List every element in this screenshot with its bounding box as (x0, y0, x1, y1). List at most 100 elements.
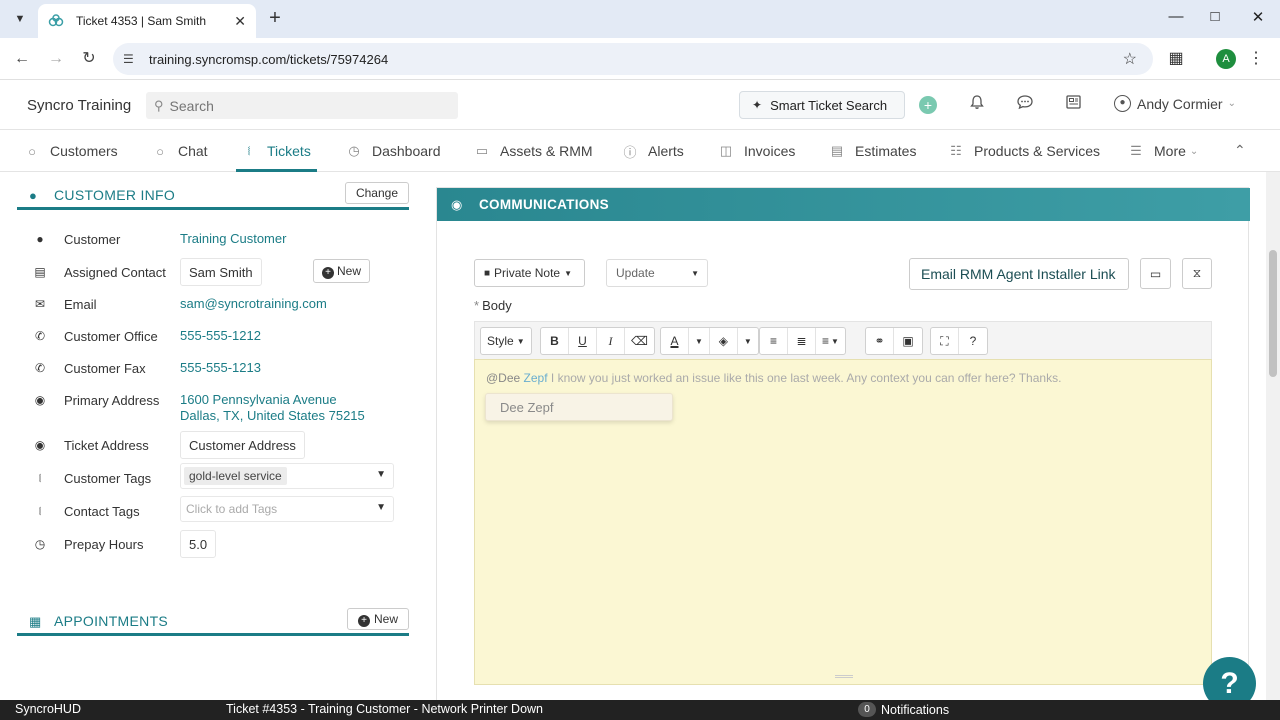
email-rmm-installer-button[interactable]: Email RMM Agent Installer Link (909, 258, 1129, 290)
nav-chat[interactable]: ○ Chat (152, 130, 208, 172)
numbered-list-icon[interactable]: ≣ (788, 328, 816, 354)
minimize-icon[interactable]: — (1164, 8, 1188, 25)
resize-handle[interactable] (835, 675, 853, 678)
update-select-value: Update (616, 266, 655, 280)
primary-address-line2[interactable]: Dallas, TX, United States 75215 (180, 407, 365, 424)
customer-tags-select[interactable]: gold-level service ▼ (180, 463, 394, 489)
assigned-contact-select[interactable]: Sam Smith (180, 258, 262, 286)
search-input[interactable] (169, 97, 440, 114)
nav-assets-rmm[interactable]: ▭ Assets & RMM (474, 130, 593, 172)
scrollbar-thumb[interactable] (1269, 250, 1277, 377)
page-scrollbar[interactable] (1266, 172, 1280, 700)
office-phone-link[interactable]: 555-555-1212 (180, 327, 261, 344)
newspaper-icon[interactable] (1062, 94, 1084, 116)
attachment-button[interactable]: ⧖ (1182, 258, 1212, 289)
close-tab-icon[interactable]: ✕ (234, 13, 246, 30)
browser-menu-icon[interactable]: ⋮ (1248, 48, 1264, 68)
sparkle-icon: ✦ (752, 98, 763, 112)
link-icon[interactable]: ⚭ (866, 328, 894, 354)
nav-tickets[interactable]: ⧙ Tickets (241, 130, 311, 172)
back-icon[interactable]: ← (11, 48, 33, 70)
site-settings-icon[interactable]: ☰ (123, 52, 141, 66)
nav-invoices[interactable]: ◫ Invoices (718, 130, 796, 172)
clipboard-button[interactable]: ▭ (1140, 258, 1171, 289)
font-color-icon[interactable]: A (661, 328, 689, 354)
style-dropdown[interactable]: Style ▼ (481, 328, 531, 354)
customer-link[interactable]: Training Customer (180, 230, 286, 247)
maximize-icon[interactable]: □ (1203, 8, 1227, 25)
bell-icon[interactable] (966, 94, 988, 116)
plus-circle-icon: + (322, 267, 334, 279)
bookmark-star-icon[interactable]: ☆ (1123, 49, 1137, 69)
envelope-icon: ✉ (34, 297, 46, 311)
note-type-dropdown[interactable]: ■ Private Note ▼ (474, 259, 585, 287)
contact-tags-placeholder: Click to add Tags (186, 502, 278, 516)
view-group: ⛶ ? (930, 327, 988, 355)
eraser-icon[interactable]: ⌫ (625, 328, 654, 354)
quick-add-icon[interactable]: + (919, 96, 937, 114)
image-icon[interactable]: ▣ (894, 328, 922, 354)
tag-chip[interactable]: gold-level service (184, 467, 287, 485)
fax-link[interactable]: 555-555-1213 (180, 359, 261, 376)
new-tab-icon[interactable]: + (264, 8, 286, 30)
email-link[interactable]: sam@syncrotraining.com (180, 295, 327, 312)
main-nav: ○ Customers ○ Chat ⧙ Tickets ◷ Dashboard… (0, 130, 1280, 172)
primary-address-line1[interactable]: 1600 Pennsylvania Avenue (180, 391, 337, 408)
forward-icon[interactable]: → (45, 48, 67, 70)
color-group: A ▼ ◈ ▼ (660, 327, 759, 355)
font-color-caret-icon[interactable]: ▼ (689, 328, 710, 354)
address-bar[interactable]: ☰ training.syncromsp.com/tickets/7597426… (113, 43, 1153, 75)
prepay-hours-row: ◷ Prepay Hours 5.0 (30, 530, 410, 558)
brand-name[interactable]: Syncro Training (27, 97, 131, 114)
ticket-address-select[interactable]: Customer Address (180, 431, 305, 459)
current-ticket-label[interactable]: Ticket #4353 - Training Customer - Netwo… (226, 702, 543, 716)
mention-suggestion[interactable]: Dee Zepf (485, 393, 673, 421)
nav-label: Chat (178, 143, 208, 159)
new-appointment-button[interactable]: + New (346, 608, 409, 630)
bold-icon[interactable]: B (541, 328, 569, 354)
nav-customers[interactable]: ○ Customers (24, 130, 118, 172)
italic-icon[interactable]: I (597, 328, 625, 354)
new-contact-button[interactable]: + New (313, 259, 371, 283)
list-group: ≡ ≣ ≡ ▼ (759, 327, 846, 355)
nav-more[interactable]: ☰ More ⌄ (1128, 130, 1198, 172)
highlight-color-icon[interactable]: ◈ (710, 328, 738, 354)
user-menu[interactable]: ● Andy Cormier ⌄ (1114, 95, 1236, 112)
nav-dashboard[interactable]: ◷ Dashboard (346, 130, 440, 172)
nav-alerts[interactable]: ⓘ Alerts (622, 130, 684, 172)
help-icon[interactable]: ? (959, 328, 987, 354)
profile-avatar[interactable]: A (1216, 49, 1236, 69)
reload-icon[interactable]: ↻ (78, 48, 100, 70)
update-select[interactable]: Update ▼ (606, 259, 708, 287)
global-search[interactable]: ⚲ (146, 92, 458, 119)
align-icon[interactable]: ≡ ▼ (816, 328, 845, 354)
browser-tab[interactable]: Ticket 4353 | Sam Smith ✕ (38, 4, 256, 38)
contact-tags-select[interactable]: Click to add Tags ▼ (180, 496, 394, 522)
person-icon: ● (29, 188, 37, 203)
smart-ticket-search-button[interactable]: ✦ Smart Ticket Search (739, 91, 905, 119)
change-customer-button[interactable]: Change (344, 182, 409, 204)
syncrohud-label[interactable]: SyncroHUD (15, 702, 81, 716)
close-window-icon[interactable]: ✕ (1246, 8, 1270, 26)
document-icon: ▤ (830, 143, 844, 158)
nav-label: Alerts (648, 143, 684, 159)
email-row: ✉ Email sam@syncrotraining.com (30, 293, 410, 317)
row-label: Customer Office (64, 329, 158, 344)
notifications-indicator[interactable]: 0 Notifications (858, 702, 949, 717)
customer-row: ● Customer Training Customer (30, 228, 410, 252)
tags-icon: ⧙ (38, 504, 42, 518)
collapse-nav-icon[interactable]: ⌃ (1234, 142, 1246, 159)
nav-estimates[interactable]: ▤ Estimates (829, 130, 917, 172)
highlight-caret-icon[interactable]: ▼ (738, 328, 758, 354)
nav-products-services[interactable]: ☷ Products & Services (948, 130, 1100, 172)
clock-icon: ◷ (34, 537, 46, 551)
chat-bubbles-icon[interactable] (1014, 94, 1036, 116)
nav-label: Invoices (744, 143, 796, 159)
tab-search-chevron-icon[interactable]: ▼ (9, 8, 31, 30)
underline-icon[interactable]: U (569, 328, 597, 354)
bullet-list-icon[interactable]: ≡ (760, 328, 788, 354)
prepay-hours-value[interactable]: 5.0 (180, 530, 217, 558)
extensions-icon[interactable]: ▦ (1165, 48, 1187, 70)
chevron-down-icon: ⌄ (1227, 98, 1236, 109)
fullscreen-icon[interactable]: ⛶ (931, 328, 959, 354)
